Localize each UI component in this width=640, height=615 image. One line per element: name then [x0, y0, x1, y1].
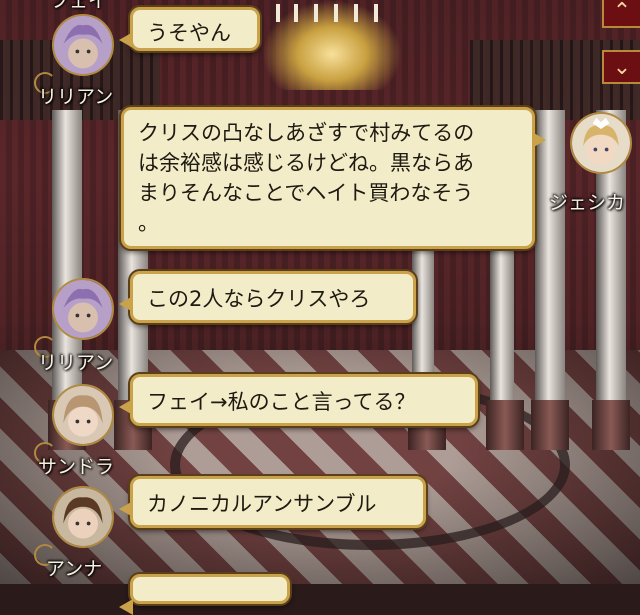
chat-text-line: クリスの凸なしあざすで村みてるの [138, 121, 475, 145]
avatar-jessica[interactable] [570, 112, 632, 174]
chat-text: カノニカルアンサンブル [147, 492, 377, 516]
scroll-up-button[interactable]: ⌃ [602, 0, 640, 28]
speaker-name: フェイ [50, 0, 108, 12]
chat-bubble: この2人ならクリスやろ [119, 271, 416, 323]
chat-text-line: は余裕感は感じるけどね。黒ならあ [138, 151, 474, 175]
speaker-name: ジェシカ [549, 192, 626, 214]
speaker-name: リリアン [38, 86, 114, 108]
chat-text-line: まりそんなことでヘイト買わなそう [138, 181, 474, 205]
avatar-lilian[interactable] [52, 278, 114, 340]
avatar-lilian[interactable] [52, 14, 114, 76]
chat-bubble: クリスの凸なしあざすで村みてるの は余裕感は感じるけどね。黒ならあ まりそんなこ… [121, 107, 546, 249]
chevron-down-icon: ⌄ [612, 54, 632, 80]
chat-bubble: フェイ→私のこと言ってる？ [119, 374, 478, 426]
pillar [531, 110, 569, 450]
speaker-name: アンナ [46, 558, 103, 580]
chat-bubble-partial [119, 574, 290, 615]
speaker-name: サンドラ [38, 456, 115, 478]
chat-text: この2人ならクリスやろ [147, 287, 371, 311]
chat-bubble: カノニカルアンサンブル [119, 476, 426, 528]
scroll-down-button[interactable]: ⌄ [602, 50, 640, 84]
avatar-sandra[interactable] [52, 384, 114, 446]
chat-text: フェイ→私のこと言ってる？ [147, 390, 416, 414]
chevron-up-icon: ⌃ [612, 0, 632, 24]
chat-text: うそやん [147, 21, 231, 45]
avatar-anna[interactable] [52, 486, 114, 548]
speaker-name: リリアン [38, 352, 114, 374]
chandelier [262, 0, 402, 90]
chat-text-line: 。 [138, 211, 159, 235]
chat-bubble: うそやん [119, 7, 260, 51]
